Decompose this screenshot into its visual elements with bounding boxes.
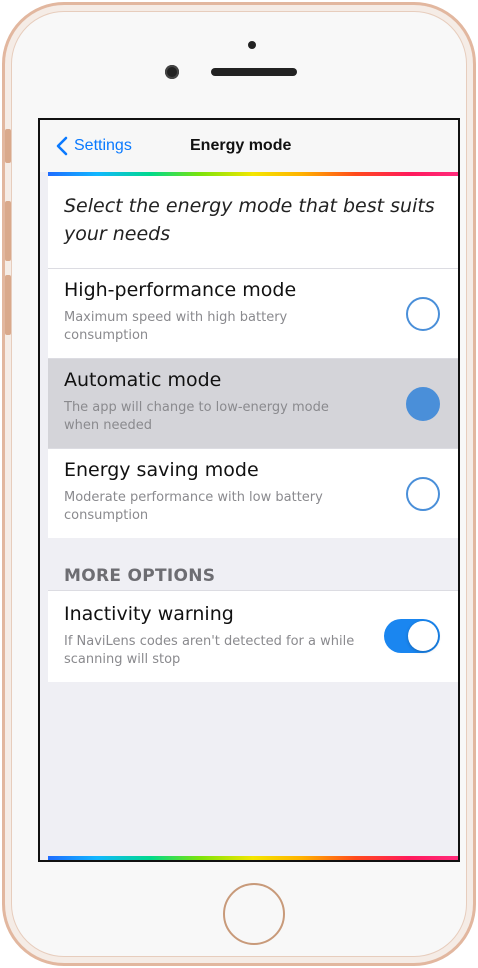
screen: Settings Energy mode Select the energy m…	[38, 118, 460, 862]
mode-option-automatic[interactable]: Automatic mode The app will change to lo…	[48, 358, 458, 448]
mode-title: Automatic mode	[64, 369, 222, 391]
radio-button-selected[interactable]	[406, 387, 440, 421]
earpiece-speaker	[211, 68, 297, 76]
mode-description: The app will change to low-energy mode w…	[64, 400, 329, 433]
volume-down-button	[5, 275, 11, 335]
volume-up-button	[5, 201, 11, 261]
setting-title: Inactivity warning	[64, 603, 234, 625]
page-title: Energy mode	[190, 137, 292, 154]
radio-button[interactable]	[406, 477, 440, 511]
chevron-left-icon	[56, 136, 68, 156]
home-button[interactable]	[223, 883, 285, 945]
proximity-sensor	[248, 41, 256, 49]
section-header: MORE OPTIONS	[64, 566, 216, 586]
mode-title: High-performance mode	[64, 279, 297, 301]
mode-option-energy-saving[interactable]: Energy saving mode Moderate performance …	[48, 448, 458, 538]
inactivity-warning-toggle[interactable]	[384, 619, 440, 653]
setting-description: If NaviLens codes aren't detected for a …	[64, 634, 355, 667]
rainbow-divider-bottom	[48, 856, 458, 860]
toggle-knob	[408, 621, 438, 651]
navigation-bar: Settings Energy mode	[40, 120, 458, 172]
intro-text: Select the energy mode that best suits y…	[48, 176, 458, 268]
mode-description: Maximum speed with high battery consumpt…	[64, 310, 288, 343]
mode-option-high-performance[interactable]: High-performance mode Maximum speed with…	[48, 268, 458, 358]
settings-content: Select the energy mode that best suits y…	[48, 176, 458, 856]
inactivity-warning-row[interactable]: Inactivity warning If NaviLens codes are…	[48, 590, 458, 682]
radio-button[interactable]	[406, 297, 440, 331]
back-button[interactable]: Settings	[56, 136, 132, 156]
mute-switch	[5, 129, 11, 163]
mode-description: Moderate performance with low battery co…	[64, 490, 323, 523]
front-camera	[165, 65, 179, 79]
back-label: Settings	[74, 137, 132, 154]
more-options-section: MORE OPTIONS	[48, 538, 458, 590]
mode-title: Energy saving mode	[64, 459, 259, 481]
